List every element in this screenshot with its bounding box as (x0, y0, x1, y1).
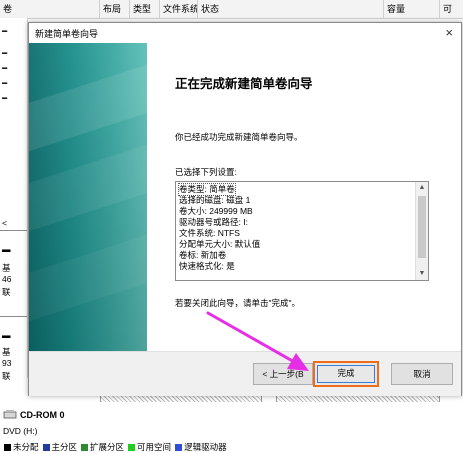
finish-button-focus: 完成 (317, 365, 375, 383)
chevron-down-icon[interactable]: ▼ (416, 268, 428, 280)
col-layout-label: 布局 (103, 4, 122, 14)
disk-status-label: 联 (2, 287, 11, 297)
col-capacity[interactable]: 容量 (384, 0, 440, 18)
legend-swatch (81, 444, 89, 451)
legend-item: 未分配 (4, 441, 39, 453)
scrollbar-thumb[interactable] (418, 196, 426, 258)
col-layout[interactable]: 布局 (100, 0, 130, 18)
disk-type-label: 基 (2, 263, 11, 273)
col-type-label: 类型 (133, 4, 152, 14)
volume-row-icon: ━ (2, 78, 8, 88)
completed-text: 你已经成功完成新建简单卷向导。 (175, 132, 303, 142)
volume-row-icon: ━ (2, 93, 8, 103)
disk-icon: ▬ (2, 244, 11, 254)
dialog-titlebar[interactable]: 新建简单卷向导 × (29, 23, 461, 43)
setting-line: 卷类型: 简单卷 (178, 183, 414, 196)
legend-item: 扩展分区 (81, 441, 124, 453)
chevron-up-icon[interactable]: ▲ (416, 182, 428, 194)
cdrom-name: CD-ROM 0 (20, 410, 65, 420)
settings-textbox[interactable]: 卷类型: 简单卷 选择的磁盘: 磁盘 1 卷大小: 249999 MB 驱动器号… (175, 181, 429, 281)
sidebar-band (29, 57, 147, 155)
col-filesystem[interactable]: 文件系统 (160, 0, 198, 18)
legend: 未分配 主分区 扩展分区 可用空间 逻辑驱动器 (4, 441, 227, 453)
close-hint: 若要关闭此向导，请单击"完成"。 (175, 298, 301, 308)
finish-button[interactable]: 完成 (313, 361, 379, 387)
col-status-label: 状态 (201, 4, 220, 14)
dialog-title: 新建简单卷向导 (35, 29, 99, 39)
disk-status-label: 联 (2, 371, 11, 381)
col-free[interactable]: 可 (440, 0, 463, 18)
col-type[interactable]: 类型 (130, 0, 160, 18)
volume-row-icon: ━ (2, 63, 8, 73)
cancel-button[interactable]: 取消 (391, 363, 453, 385)
col-filesystem-label: 文件系统 (163, 4, 198, 14)
settings-scrollbar[interactable]: ▲ ▼ (415, 182, 428, 280)
disk-type-label: 基 (2, 347, 11, 357)
new-simple-volume-wizard: 新建简单卷向导 × 正在完成新建简单卷向导 你已经成功完成新建简单卷向导。 已选… (28, 22, 462, 396)
settings-list: 卷类型: 简单卷 选择的磁盘: 磁盘 1 卷大小: 249999 MB 驱动器号… (178, 183, 414, 272)
setting-line: 文件系统: NTFS (179, 228, 240, 238)
scroll-left-arrow-icon[interactable]: < (2, 218, 7, 228)
setting-text: 卷类型: 简单卷 (178, 183, 236, 196)
volume-row-icon: ━ (2, 26, 8, 36)
disk-icon: ▬ (2, 330, 11, 340)
legend-item: 逻辑驱动器 (175, 441, 227, 453)
dialog-footer: < 上一步(B 完成 取消 (29, 351, 461, 396)
sidebar-band (29, 137, 147, 235)
setting-line: 驱动器号或路径: I: (179, 217, 248, 227)
disk-pane-left: ━ ━ ━ ━ ━ < ▬ 基 46 联 ▬ 基 93 联 (0, 18, 28, 381)
back-button[interactable]: < 上一步(B (253, 363, 313, 385)
legend-swatch (175, 444, 183, 451)
legend-item: 可用空间 (128, 441, 171, 453)
wizard-content: 正在完成新建简单卷向导 你已经成功完成新建简单卷向导。 已选择下列设置: 卷类型… (147, 43, 461, 351)
volume-row-icon: ━ (2, 48, 8, 58)
setting-line: 快速格式化: 是 (179, 261, 235, 271)
legend-swatch (42, 444, 50, 451)
legend-swatch (128, 444, 136, 451)
finish-button-label: 完成 (337, 368, 355, 378)
legend-item: 主分区 (42, 441, 77, 453)
disk-size-label: 93 (2, 358, 12, 368)
wizard-sidebar-graphic (29, 43, 147, 351)
divider (0, 316, 27, 317)
cancel-button-label: 取消 (413, 369, 431, 379)
settings-label: 已选择下列设置: (175, 167, 237, 177)
page-title: 正在完成新建简单卷向导 (175, 77, 313, 91)
col-volume-label: 卷 (3, 4, 13, 14)
disk-size-label: 46 (2, 274, 12, 284)
close-icon[interactable]: × (445, 25, 453, 40)
col-free-label: 可 (443, 4, 453, 14)
setting-line: 分配单元大小: 默认值 (179, 239, 261, 249)
back-button-label: < 上一步(B (262, 369, 304, 379)
col-status[interactable]: 状态 (198, 0, 384, 18)
legend-swatch (4, 444, 11, 451)
cdrom-drive: DVD (H:) (3, 426, 38, 436)
col-capacity-label: 容量 (387, 4, 406, 14)
setting-line: 卷大小: 249999 MB (179, 206, 253, 216)
col-volume[interactable]: 卷 (0, 0, 100, 18)
divider (0, 230, 27, 231)
sidebar-band (29, 227, 147, 325)
setting-line: 选择的磁盘: 磁盘 1 (179, 195, 251, 205)
setting-line: 卷标: 新加卷 (179, 250, 227, 260)
volume-list-header: 卷 布局 类型 文件系统 状态 容量 可 (0, 0, 463, 19)
